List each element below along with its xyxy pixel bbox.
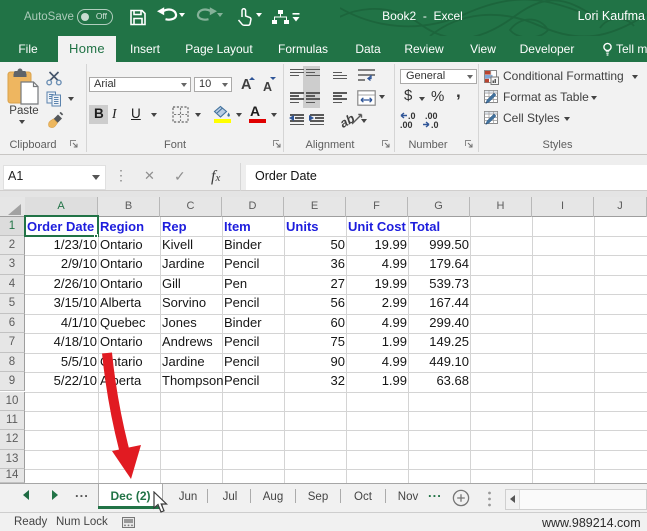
svg-text:.0: .0	[431, 120, 439, 129]
svg-text:.00: .00	[400, 120, 413, 129]
